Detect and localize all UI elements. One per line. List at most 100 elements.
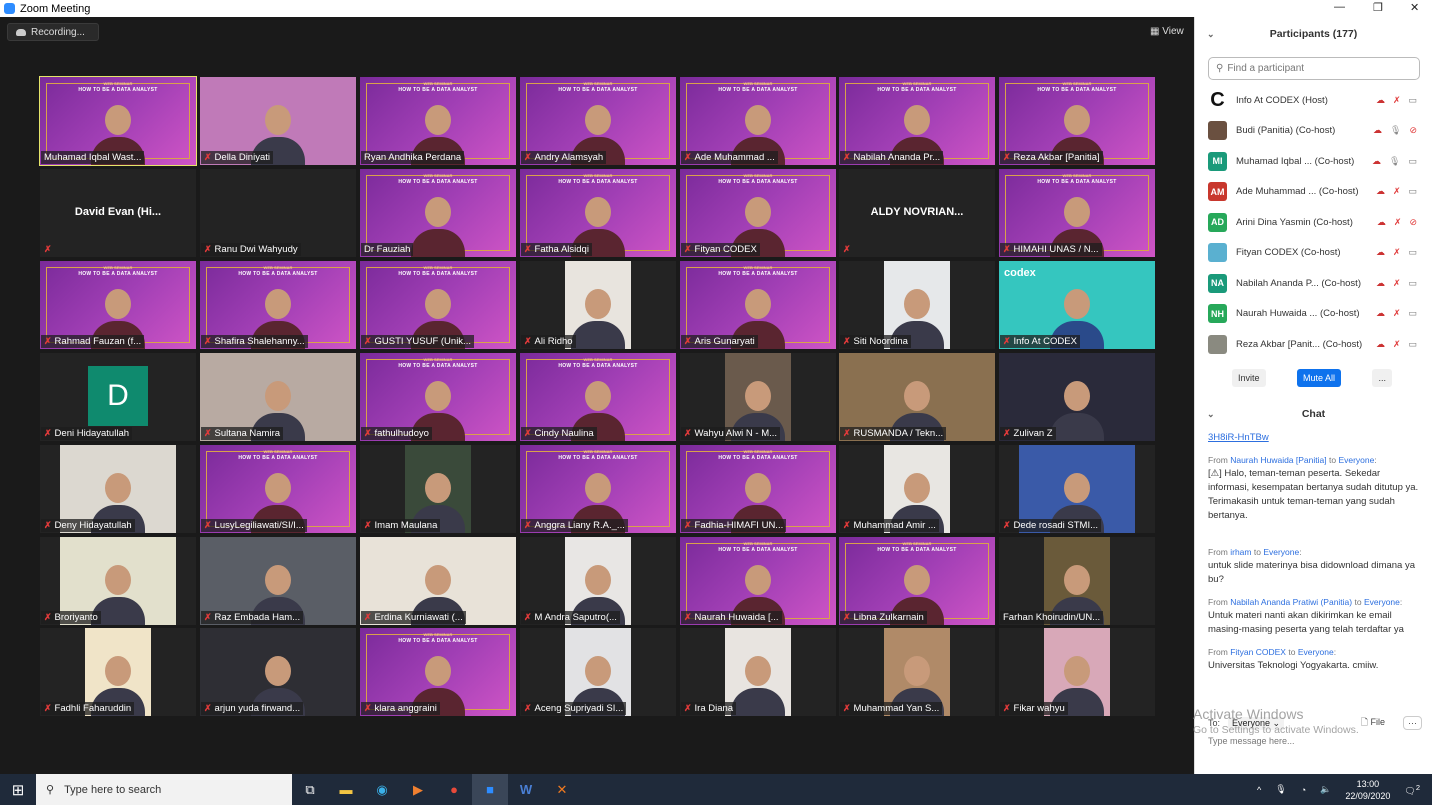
file-explorer-icon[interactable]: ▬: [328, 774, 364, 805]
video-tile[interactable]: WEB SEMINAR HOW TO BE A DATA ANALYST ✗ HIMA…: [999, 169, 1155, 257]
video-tile[interactable]: WEB SEMINAR HOW TO BE A DATA ANALYST ✗ Angg…: [520, 445, 676, 533]
video-tile[interactable]: WEB SEMINAR HOW TO BE A DATA ANALYST ✗ GUST…: [360, 261, 516, 349]
video-tile[interactable]: ✗ Fikar wahyu: [999, 628, 1155, 716]
sender-name[interactable]: Naurah Huwaida [Panitia]: [1230, 455, 1326, 465]
notifications-icon[interactable]: 🗨2: [1404, 783, 1420, 797]
video-tile[interactable]: ✗ Wahyu Alwi N - M...: [680, 353, 836, 441]
participant-search-input[interactable]: ⚲ Find a participant: [1208, 57, 1420, 80]
mic-muted-icon[interactable]: ✗: [1394, 217, 1402, 228]
video-tile[interactable]: WEB SEMINAR HOW TO BE A DATA ANALYST ✗ fath…: [360, 353, 516, 441]
video-tile[interactable]: ✗ Ira Diana: [680, 628, 836, 716]
zoom-taskbar-icon[interactable]: ■: [472, 774, 508, 805]
participant-row[interactable]: AM Ade Muhammad ... (Co-host) ☁ ✗ ▭: [1195, 177, 1432, 208]
chat-message-input[interactable]: Type message here...: [1195, 732, 1432, 772]
mic-icon[interactable]: 🎙: [1390, 125, 1401, 136]
video-tile[interactable]: WEB SEMINAR HOW TO BE A DATA ANALYST ✗ Ade …: [680, 77, 836, 165]
video-tile[interactable]: ✗ Fadhli Faharuddin: [40, 628, 196, 716]
media-player-icon[interactable]: ▶: [400, 774, 436, 805]
video-tile[interactable]: ✗ Della Diniyati: [200, 77, 356, 165]
mic-icon[interactable]: 🎙: [1389, 156, 1400, 167]
video-tile[interactable]: Farhan Khoirudin/UN...: [999, 537, 1155, 625]
video-tile[interactable]: ✗ Ranu Dwi Wahyudy: [200, 169, 356, 257]
mic-muted-icon[interactable]: ✗: [1393, 339, 1401, 350]
video-off-icon[interactable]: ⊘: [1409, 217, 1417, 228]
video-tile[interactable]: ✗ Imam Maulana: [360, 445, 516, 533]
video-tile[interactable]: WEB SEMINAR HOW TO BE A DATA ANALYST ✗ klar…: [360, 628, 516, 716]
video-tile[interactable]: ✗ Dede rosadi STMI...: [999, 445, 1155, 533]
participant-row[interactable]: NH Naurah Huwaida ... (Co-host) ☁ ✗ ▭: [1195, 299, 1432, 330]
sender-name[interactable]: Nabilah Ananda Pratiwi (Panitia): [1230, 597, 1352, 607]
video-tile[interactable]: ✗ Broriyanto: [40, 537, 196, 625]
microphone-icon[interactable]: 🎙: [1275, 784, 1286, 795]
edge-icon[interactable]: ◉: [364, 774, 400, 805]
windows-start-button[interactable]: ⊞: [0, 774, 36, 805]
video-tile[interactable]: WEB SEMINAR HOW TO BE A DATA ANALYST ✗ Reza…: [999, 77, 1155, 165]
video-tile[interactable]: WEB SEMINAR HOW TO BE A DATA ANALYST ✗ Aris…: [680, 261, 836, 349]
video-tile[interactable]: ✗ Deny Hidayatullah: [40, 445, 196, 533]
participant-row[interactable]: MI Muhamad Iqbal ... (Co-host) ☁ 🎙 ▭: [1195, 146, 1432, 177]
video-tile[interactable]: ✗ Muhammad Amir ...: [839, 445, 995, 533]
chevron-down-icon[interactable]: ⌄: [1207, 409, 1215, 420]
video-tile[interactable]: WEB SEMINAR HOW TO BE A DATA ANALYST Dr Fa…: [360, 169, 516, 257]
video-tile[interactable]: ✗ Siti Noordina: [839, 261, 995, 349]
task-view-icon[interactable]: ⧉: [292, 774, 328, 805]
chat-link[interactable]: 3H8iR-HnTBw: [1208, 431, 1422, 445]
video-off-icon[interactable]: ⊘: [1409, 125, 1417, 136]
video-tile[interactable]: WEB SEMINAR HOW TO BE A DATA ANALYST ✗ Rahm…: [40, 261, 196, 349]
mic-muted-icon[interactable]: ✗: [1393, 247, 1401, 258]
video-tile[interactable]: WEB SEMINAR HOW TO BE A DATA ANALYST Muham…: [39, 76, 197, 166]
wifi-icon[interactable]: ◔: [1301, 785, 1306, 795]
more-options-button[interactable]: ...: [1372, 368, 1392, 387]
minimize-button[interactable]: —: [1334, 1, 1345, 13]
video-tile[interactable]: David Evan (Hi... ✗: [40, 169, 196, 257]
chevron-up-icon[interactable]: ^: [1257, 785, 1261, 795]
video-tile[interactable]: ✗ Raz Embada Ham...: [200, 537, 356, 625]
mic-muted-icon[interactable]: ✗: [1393, 308, 1401, 319]
volume-icon[interactable]: 🔈: [1320, 784, 1331, 795]
file-button[interactable]: 🗋 File: [1361, 715, 1385, 731]
video-tile[interactable]: WEB SEMINAR HOW TO BE A DATA ANALYST Ryan …: [360, 77, 516, 165]
close-button[interactable]: ✕: [1410, 1, 1419, 14]
video-tile[interactable]: ✗ Muhammad Yan S...: [839, 628, 995, 716]
xampp-icon[interactable]: ✕: [544, 774, 580, 805]
sender-name[interactable]: Fityan CODEX: [1230, 647, 1286, 657]
view-button[interactable]: ▦ View: [1150, 26, 1184, 37]
video-tile[interactable]: ✗ Aceng Supriyadi SI...: [520, 628, 676, 716]
video-icon[interactable]: ▭: [1408, 308, 1417, 319]
video-tile[interactable]: ✗ Ali Ridho: [520, 261, 676, 349]
invite-button[interactable]: Invite: [1232, 368, 1266, 387]
participant-row[interactable]: Reza Akbar [Panit... (Co-host) ☁ ✗ ▭: [1195, 329, 1432, 360]
video-tile[interactable]: ✗ Erdina Kurniawati (...: [360, 537, 516, 625]
mic-muted-icon[interactable]: ✗: [1393, 95, 1401, 106]
participant-row[interactable]: C Info At CODEX (Host) ☁ ✗ ▭: [1195, 85, 1432, 116]
video-tile[interactable]: ✗ RUSMANDA / Tekn...: [839, 353, 995, 441]
video-icon[interactable]: ▭: [1408, 156, 1417, 167]
video-tile[interactable]: WEB SEMINAR HOW TO BE A DATA ANALYST ✗ Shaf…: [200, 261, 356, 349]
maximize-button[interactable]: ❐: [1373, 1, 1383, 14]
chat-more-button[interactable]: ···: [1403, 716, 1422, 730]
mute-all-button[interactable]: Mute All: [1296, 368, 1341, 387]
chrome-icon[interactable]: ●: [436, 774, 472, 805]
video-icon[interactable]: ▭: [1408, 247, 1417, 258]
video-tile[interactable]: WEB SEMINAR HOW TO BE A DATA ANALYST ✗ Naur…: [680, 537, 836, 625]
video-tile[interactable]: ✗ Sultana Namira: [200, 353, 356, 441]
video-icon[interactable]: ▭: [1408, 339, 1417, 350]
chevron-down-icon[interactable]: ⌄: [1207, 29, 1215, 40]
taskbar-search[interactable]: ⚲ Type here to search: [36, 774, 292, 805]
video-tile[interactable]: D ✗ Deni Hidayatullah: [40, 353, 196, 441]
video-tile[interactable]: codex ✗ Info At CODEX: [999, 261, 1155, 349]
word-icon[interactable]: W: [508, 774, 544, 805]
video-tile[interactable]: ✗ Zulivan Z: [999, 353, 1155, 441]
participant-row[interactable]: AD Arini Dina Yasmin (Co-host) ☁ ✗ ⊘: [1195, 207, 1432, 238]
participant-row[interactable]: Fityan CODEX (Co-host) ☁ ✗ ▭: [1195, 238, 1432, 269]
clock[interactable]: 13:00 22/09/2020: [1345, 778, 1390, 802]
video-tile[interactable]: WEB SEMINAR HOW TO BE A DATA ANALYST ✗ Nabi…: [839, 77, 995, 165]
video-tile[interactable]: WEB SEMINAR HOW TO BE A DATA ANALYST ✗ Fity…: [680, 169, 836, 257]
video-tile[interactable]: ALDY NOVRIAN... ✗: [839, 169, 995, 257]
video-tile[interactable]: ✗ M Andra Saputro(...: [520, 537, 676, 625]
recording-indicator[interactable]: Recording...: [7, 23, 99, 41]
participant-row[interactable]: NA Nabilah Ananda P... (Co-host) ☁ ✗ ▭: [1195, 268, 1432, 299]
mic-muted-icon[interactable]: ✗: [1393, 278, 1401, 289]
video-tile[interactable]: WEB SEMINAR HOW TO BE A DATA ANALYST ✗ Lusy…: [200, 445, 356, 533]
video-tile[interactable]: ✗ arjun yuda firwand...: [200, 628, 356, 716]
